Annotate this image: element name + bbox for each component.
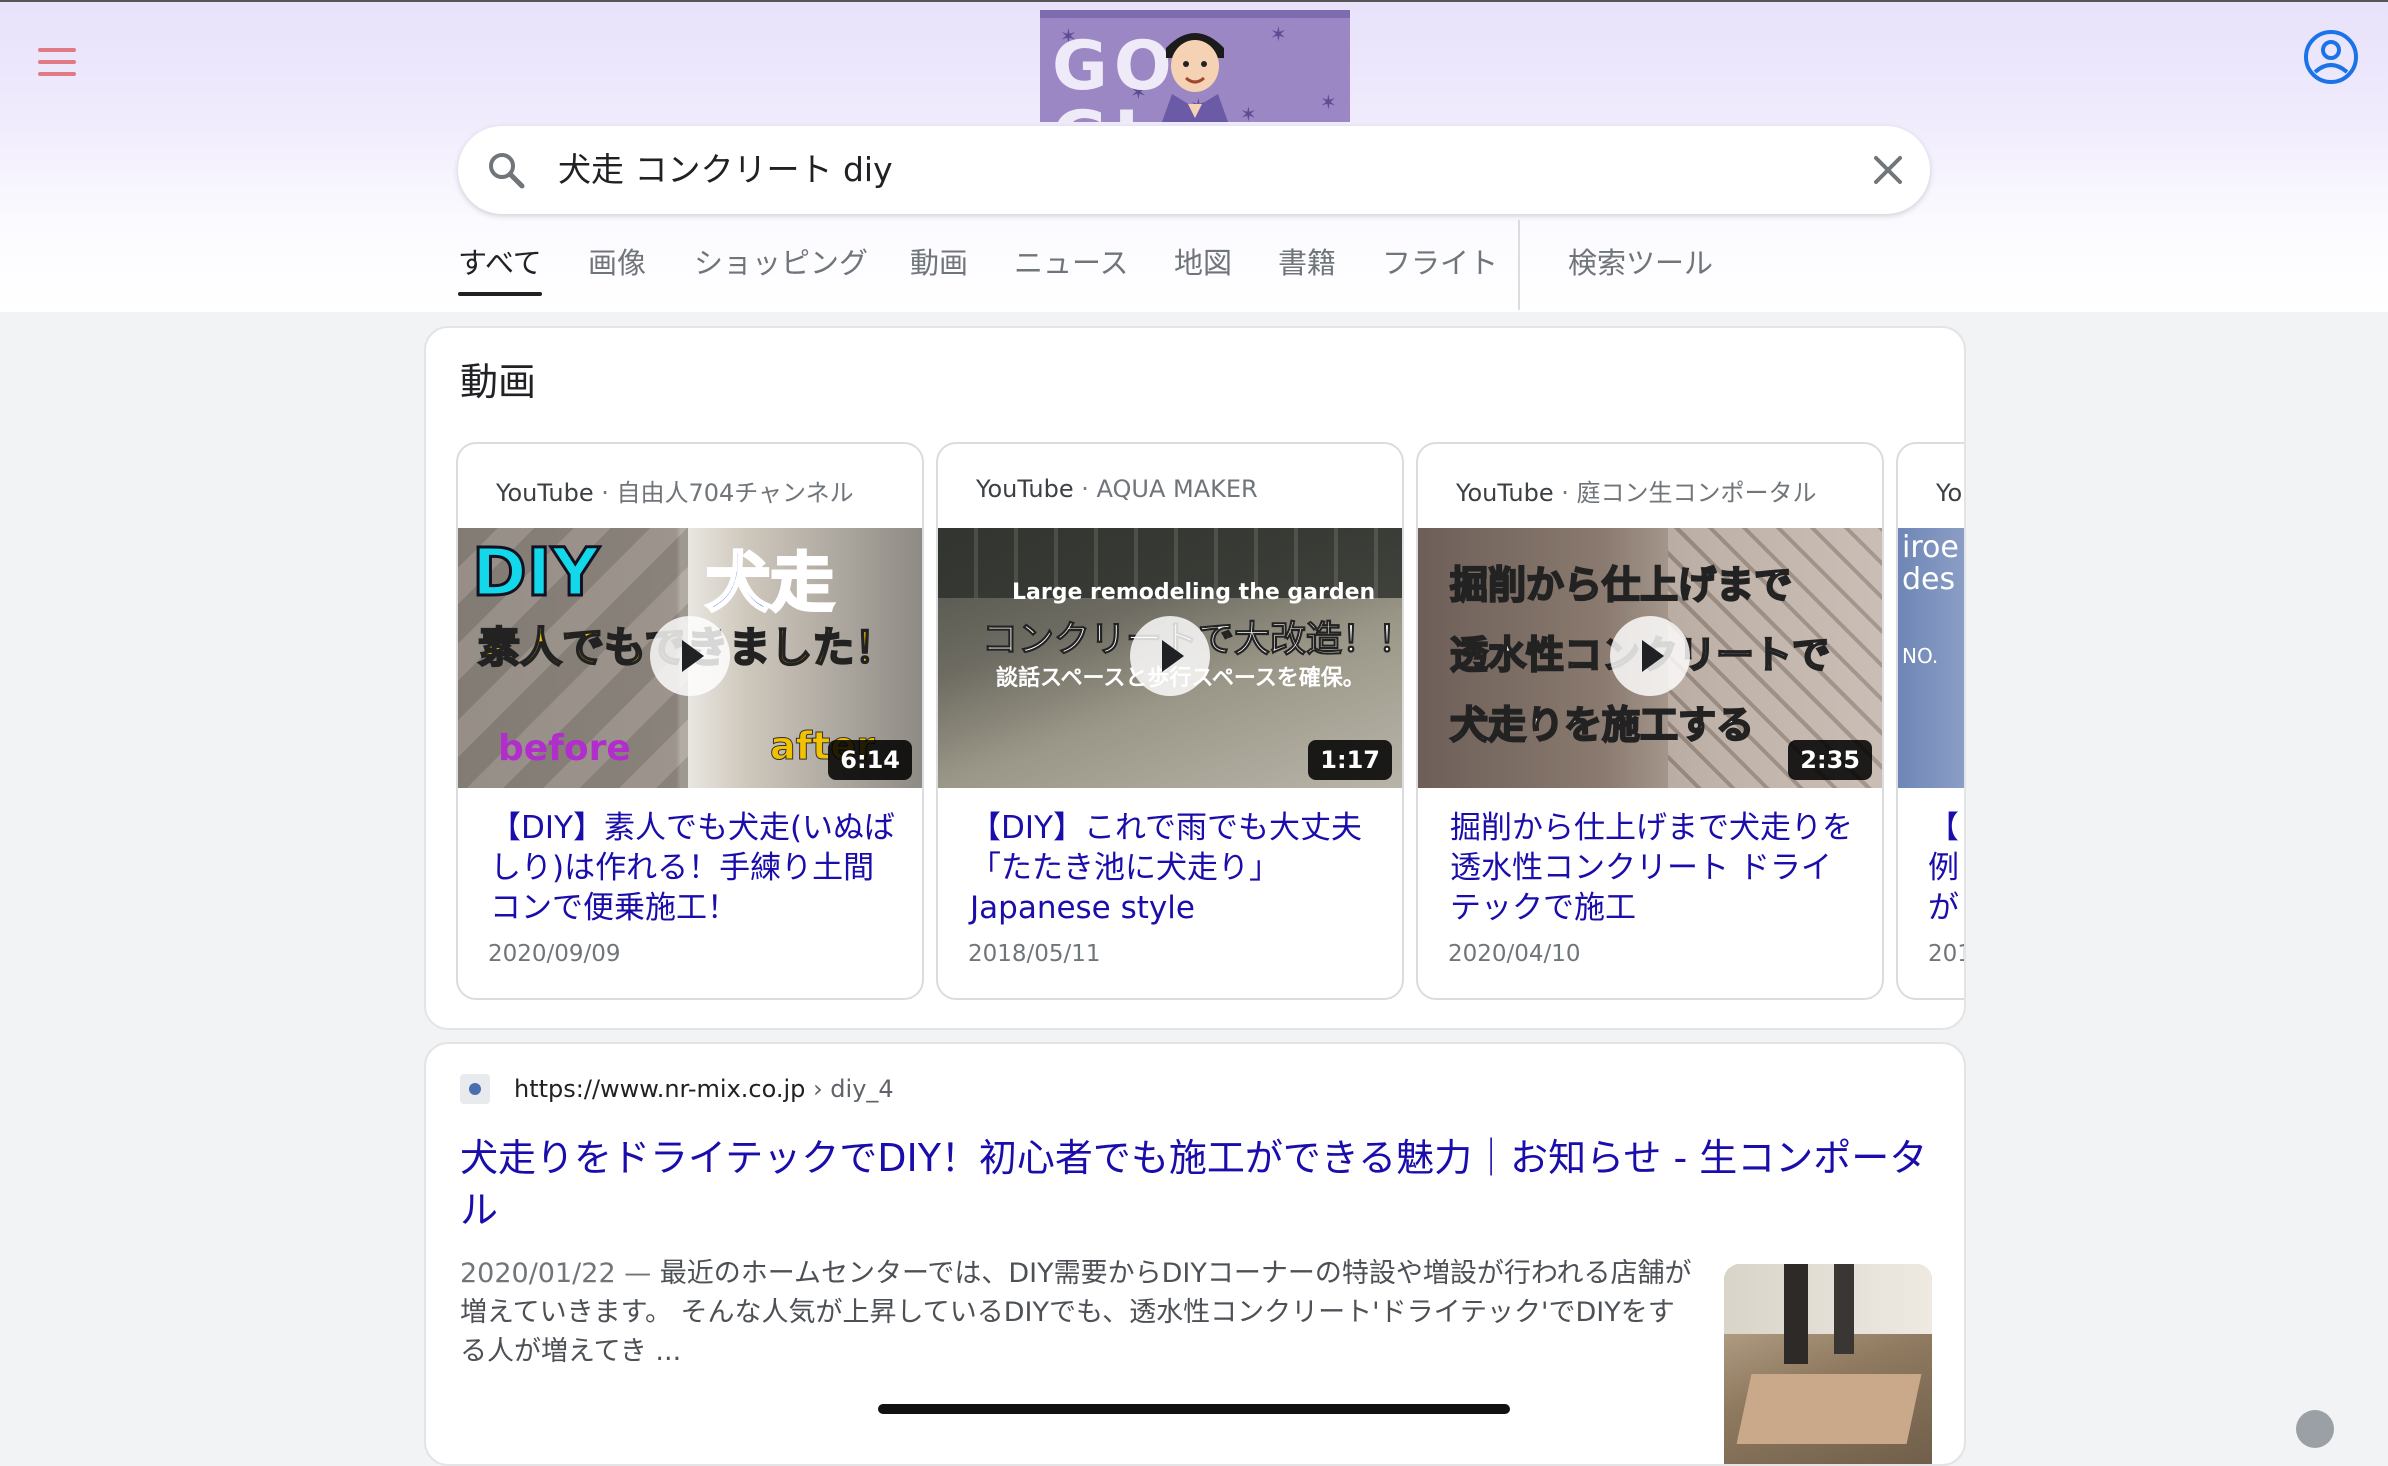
section-title: 動画 [460, 360, 537, 404]
video-source: YouTube · 庭コン生コンポータル [1456, 479, 1817, 507]
video-source: YouTube · AQUA MAKER [976, 475, 1258, 503]
scroll-to-top-button[interactable] [2296, 1410, 2334, 1448]
video-date: 2018/05/11 [968, 941, 1101, 967]
video-card[interactable]: YouTube · AQUA MAKER Large remodeling th… [936, 442, 1404, 1000]
video-title-link[interactable]: 【DIY】素人でも犬走(いぬばしり)は作れる！手練り土間コンで便乗施工！ [490, 808, 902, 928]
result-snippet: 2020/01/22 — 最近のホームセンターでは、DIY需要からDIYコーナー… [460, 1258, 1692, 1367]
video-title-link[interactable]: 掘削から仕上げまで犬走りを透水性コンクリート ドライテックで施工 [1450, 808, 1862, 928]
tab-divider [1518, 220, 1520, 310]
video-thumbnail[interactable]: iroe des NO. [1898, 528, 1964, 788]
hamburger-menu-icon[interactable] [38, 46, 80, 80]
tab-videos[interactable]: 動画 [910, 242, 968, 284]
tab-flights[interactable]: フライト [1382, 242, 1498, 284]
search-bar[interactable]: 犬走 コンクリート diy [458, 126, 1930, 214]
tab-books[interactable]: 書籍 [1278, 242, 1336, 284]
videos-section: 動画 YouTube · 自由人704チャンネル DIY 犬走 素人でもできまし… [424, 326, 1966, 1030]
video-title-link[interactable]: 【DIY】これで雨でも大丈夫「たたき池に犬走り」Japanese style [970, 808, 1382, 928]
home-indicator [878, 1404, 1510, 1414]
video-source: Yo [1936, 479, 1963, 507]
video-duration: 2:35 [1788, 740, 1872, 780]
video-date: 2020/04/10 [1448, 941, 1581, 967]
video-card[interactable]: YouTube · 自由人704チャンネル DIY 犬走 素人でもできました！ … [456, 442, 924, 1000]
search-result: https://www.nr-mix.co.jp › diy_4 犬走りをドライ… [424, 1042, 1966, 1466]
result-url[interactable]: https://www.nr-mix.co.jp › diy_4 [514, 1072, 894, 1106]
video-card[interactable]: Yo iroe des NO. 【 例 が 201 [1896, 442, 1964, 1000]
video-duration: 1:17 [1308, 740, 1392, 780]
result-thumbnail[interactable] [1724, 1264, 1932, 1464]
result-title-link[interactable]: 犬走りをドライテックでDIY！初心者でも施工ができる魅力｜お知らせ - 生コンポ… [460, 1132, 1930, 1236]
video-title-link[interactable]: 【 例 が [1928, 808, 1964, 928]
play-icon[interactable] [1130, 616, 1210, 696]
video-thumbnail[interactable]: Large remodeling the garden コンクリートで大改造！！… [938, 528, 1402, 788]
google-doodle-logo[interactable]: ✶ ✶ ✶ ✶ ✶ ✶ GOGLE [1040, 10, 1350, 122]
tab-maps[interactable]: 地図 [1174, 242, 1232, 284]
video-date: 2020/09/09 [488, 941, 621, 967]
video-thumbnail[interactable]: 掘削から仕上げまで 透水性コンクリートで 犬走りを施工する 2:35 [1418, 528, 1882, 788]
video-card[interactable]: YouTube · 庭コン生コンポータル 掘削から仕上げまで 透水性コンクリート… [1416, 442, 1884, 1000]
search-input[interactable]: 犬走 コンクリート diy [558, 146, 893, 194]
video-duration: 6:14 [828, 740, 912, 780]
search-icon[interactable] [484, 148, 528, 192]
play-icon[interactable] [650, 616, 730, 696]
video-source: YouTube · 自由人704チャンネル [496, 479, 854, 507]
video-date: 201 [1928, 941, 1964, 967]
tab-news[interactable]: ニュース [1014, 242, 1129, 284]
tab-search-tools[interactable]: 検索ツール [1568, 242, 1713, 284]
site-favicon-icon [460, 1074, 490, 1104]
tab-all[interactable]: すべて [458, 242, 542, 296]
tab-images[interactable]: 画像 [588, 242, 646, 284]
account-circle-icon[interactable] [2302, 28, 2360, 86]
video-thumbnail[interactable]: DIY 犬走 素人でもできました！ before after 6:14 [458, 528, 922, 788]
close-icon[interactable] [1868, 150, 1908, 190]
tab-shopping[interactable]: ショッピング [694, 242, 868, 284]
play-icon[interactable] [1610, 616, 1690, 696]
